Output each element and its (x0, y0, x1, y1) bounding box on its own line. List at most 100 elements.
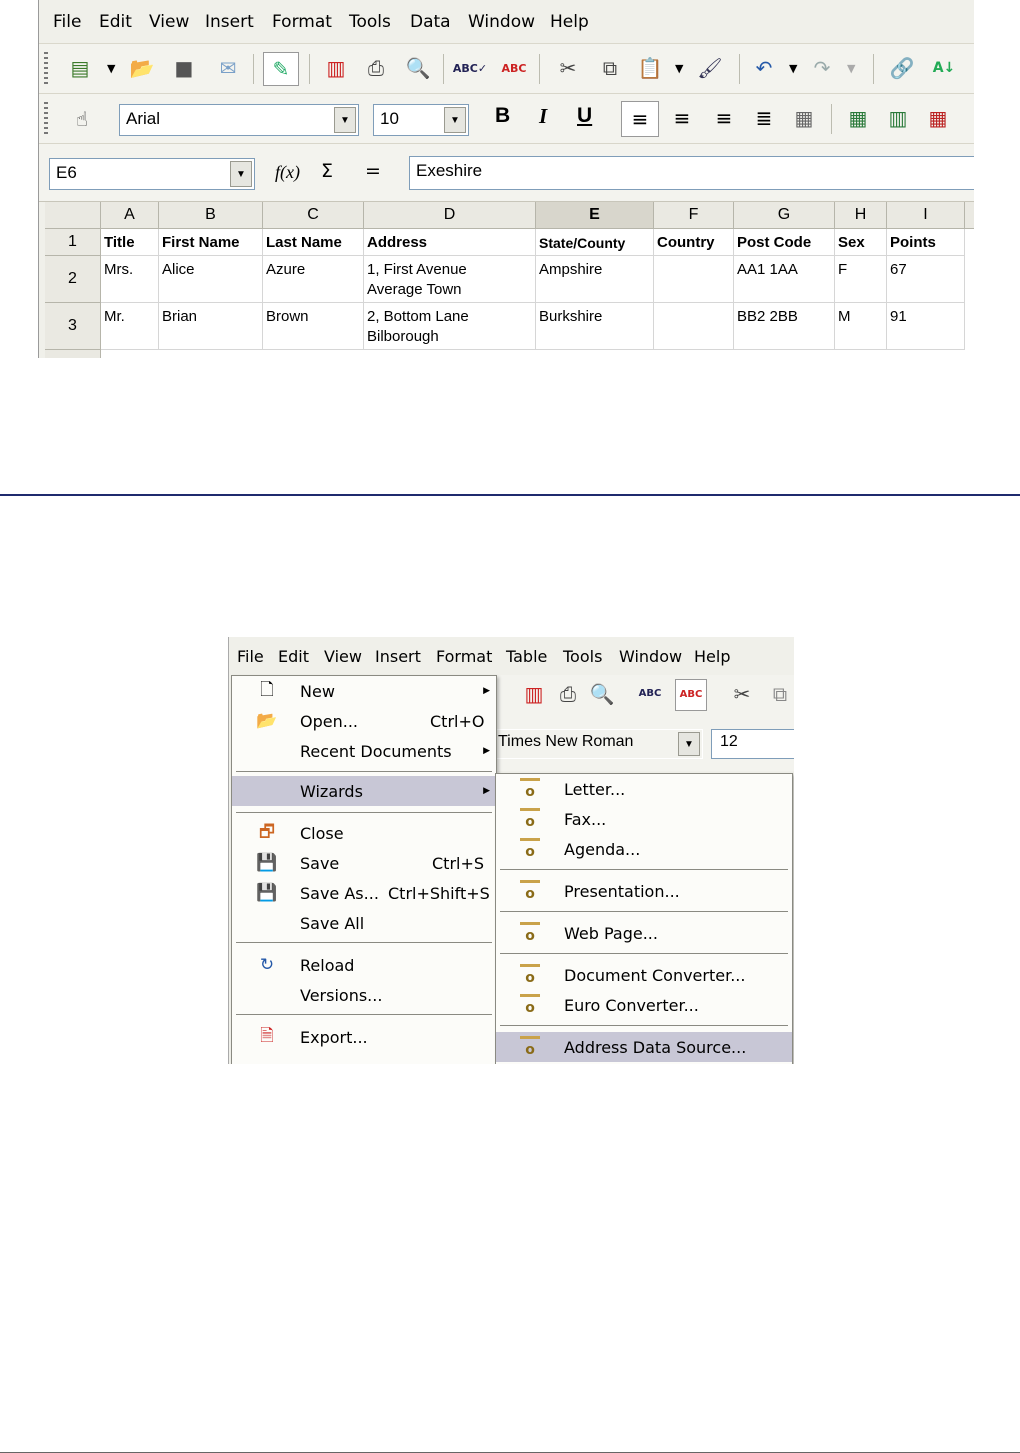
table-cell[interactable]: Mr. (101, 303, 159, 350)
table-cell[interactable]: Brown (263, 303, 364, 350)
menu-item-document-converter[interactable]: o Document Converter... (496, 960, 792, 990)
menu-window[interactable]: Window (619, 647, 682, 666)
column-header[interactable]: E (536, 202, 654, 229)
edit-file-icon[interactable]: ✎ (263, 52, 299, 86)
table-cell[interactable]: Burkshire (536, 303, 654, 350)
function-wizard-icon[interactable]: f(x) (275, 162, 300, 183)
redo-dropdown-icon[interactable]: ▼ (847, 62, 855, 75)
menu-item-open[interactable]: 📂 Open... Ctrl+O (232, 706, 496, 736)
menu-window[interactable]: Window (468, 12, 535, 32)
cut-icon[interactable]: ✂ (555, 55, 581, 81)
menu-item-wizards[interactable]: Wizards ▶ (232, 776, 496, 806)
undo-icon[interactable]: ↶ (751, 55, 777, 81)
menu-format[interactable]: Format (436, 647, 492, 666)
menu-edit[interactable]: Edit (99, 12, 132, 32)
spellcheck-icon[interactable]: ABC✓ (453, 55, 487, 81)
table-cell[interactable]: Address (364, 229, 536, 256)
styles-icon[interactable]: ☝ (69, 106, 95, 132)
paste-icon[interactable]: 📋 (637, 55, 663, 81)
menu-help[interactable]: Help (694, 647, 730, 666)
merge-cells-icon[interactable]: ▦ (791, 105, 817, 131)
toolbar-grip[interactable] (44, 102, 48, 136)
justify-icon[interactable]: ≣ (751, 105, 777, 131)
export-pdf-icon[interactable]: ▥ (521, 681, 547, 707)
menu-item-save-as[interactable]: 💾 Save As... Ctrl+Shift+S (232, 878, 496, 908)
autospellcheck-icon[interactable]: ABC (501, 55, 527, 81)
copy-icon[interactable]: ⧉ (767, 681, 793, 707)
table-cell[interactable]: Alice (159, 256, 263, 303)
menu-help[interactable]: Help (550, 12, 589, 32)
table-cell[interactable]: Country (654, 229, 734, 256)
table-cell[interactable]: 67 (887, 256, 965, 303)
font-name-box[interactable]: Arial ▼ (119, 104, 359, 136)
select-all-corner[interactable] (45, 202, 101, 229)
font-size-box[interactable]: 10 ▼ (373, 104, 469, 136)
table-cell[interactable]: Title (101, 229, 159, 256)
menu-item-agenda[interactable]: o Agenda... (496, 834, 792, 864)
spellcheck-icon[interactable]: ABC (637, 681, 663, 707)
paste-dropdown-icon[interactable]: ▼ (675, 62, 683, 75)
bold-button[interactable]: B (495, 104, 510, 128)
column-header[interactable]: G (734, 202, 835, 229)
table-cell[interactable] (654, 256, 734, 303)
font-name-box[interactable]: Times New Roman ▼ (491, 729, 703, 759)
menu-item-address-data-source[interactable]: o Address Data Source... (496, 1032, 792, 1062)
print-preview-icon[interactable]: 🔍 (405, 55, 431, 81)
table-cell[interactable]: Last Name (263, 229, 364, 256)
table-cell[interactable]: Azure (263, 256, 364, 303)
menu-item-export[interactable]: 🗎 Export... (232, 1022, 496, 1052)
column-header[interactable]: A (101, 202, 159, 229)
export-pdf-icon[interactable]: ▥ (323, 55, 349, 81)
name-box[interactable]: E6 ▼ (49, 158, 255, 190)
redo-icon[interactable]: ↷ (809, 55, 835, 81)
table-cell[interactable]: State/County (536, 229, 654, 256)
print-icon[interactable]: ⎙ (363, 55, 389, 81)
menu-tools[interactable]: Tools (563, 647, 602, 666)
chevron-down-icon[interactable]: ▼ (678, 732, 700, 756)
column-header[interactable]: F (654, 202, 734, 229)
row-header[interactable] (45, 350, 101, 358)
menu-item-web-page[interactable]: o Web Page... (496, 918, 792, 948)
function-icon[interactable]: = (365, 160, 381, 182)
open-folder-icon[interactable]: 📂 (129, 55, 155, 81)
print-preview-icon[interactable]: 🔍 (589, 681, 615, 707)
formula-input[interactable]: Exeshire (409, 156, 974, 190)
table-cell[interactable]: 2, Bottom Lane Bilborough (364, 303, 536, 350)
align-left-icon[interactable]: ≡ (621, 101, 659, 137)
chevron-down-icon[interactable]: ▼ (230, 161, 252, 187)
table-cell[interactable]: F (835, 256, 887, 303)
underline-button[interactable]: U (577, 104, 592, 128)
copy-icon[interactable]: ⧉ (597, 55, 623, 81)
menu-item-recent-documents[interactable]: Recent Documents ▶ (232, 736, 496, 766)
menu-view[interactable]: View (149, 12, 189, 32)
chevron-down-icon[interactable]: ▼ (444, 107, 466, 133)
table-cell[interactable]: Points (887, 229, 965, 256)
sum-icon[interactable]: Σ (321, 160, 333, 182)
column-header[interactable]: H (835, 202, 887, 229)
menu-table[interactable]: Table (506, 647, 547, 666)
menu-format[interactable]: Format (272, 12, 332, 32)
menu-insert[interactable]: Insert (205, 12, 254, 32)
hyperlink-icon[interactable]: 🔗 (889, 55, 915, 81)
table-cell[interactable]: Sex (835, 229, 887, 256)
menu-item-letter[interactable]: o Letter... (496, 774, 792, 804)
email-icon[interactable]: ✉ (215, 55, 241, 81)
menu-item-reload[interactable]: ↻ Reload (232, 950, 496, 980)
menu-data[interactable]: Data (410, 12, 451, 32)
menu-item-versions[interactable]: Versions... (232, 980, 496, 1010)
menu-item-save[interactable]: 💾 Save Ctrl+S (232, 848, 496, 878)
table-cell[interactable]: 91 (887, 303, 965, 350)
menu-file[interactable]: File (53, 12, 81, 32)
toolbar-grip[interactable] (44, 52, 48, 86)
column-header[interactable]: B (159, 202, 263, 229)
row-header[interactable]: 2 (45, 256, 101, 303)
table-cell[interactable]: First Name (159, 229, 263, 256)
align-center-icon[interactable]: ≡ (669, 105, 695, 131)
row-header[interactable]: 3 (45, 303, 101, 350)
cut-icon[interactable]: ✂ (729, 681, 755, 707)
new-document-icon[interactable]: ▤ (67, 55, 93, 81)
menu-file[interactable]: File (237, 647, 264, 666)
new-dropdown-icon[interactable]: ▼ (107, 62, 115, 75)
column-header[interactable]: I (887, 202, 965, 229)
menu-view[interactable]: View (324, 647, 362, 666)
